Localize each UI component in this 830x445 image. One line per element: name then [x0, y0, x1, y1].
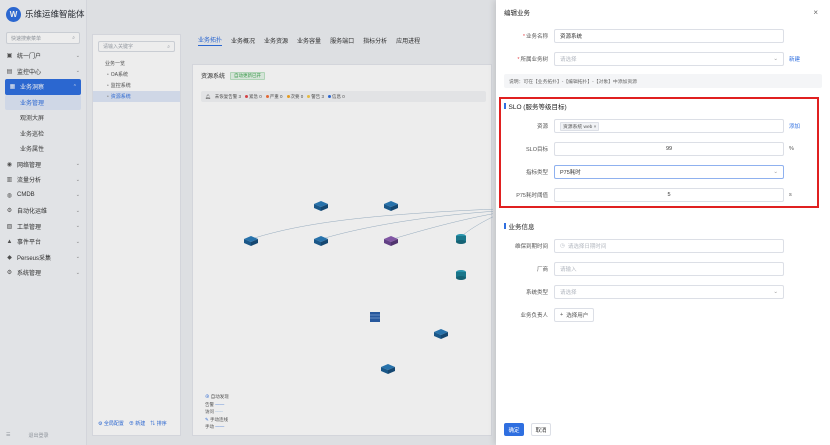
select-user-button[interactable]: + 选择用户 [554, 308, 595, 322]
slo-highlight-box [499, 97, 819, 208]
drawer-mask[interactable] [0, 0, 496, 445]
system-type-placeholder: 请选择 [560, 290, 577, 296]
business-tree-label: 所属业务树 [520, 57, 548, 63]
maintenance-label: 维保到期时间 [514, 244, 548, 250]
confirm-button[interactable]: 确定 [504, 423, 524, 436]
business-tree-placeholder: 请选择 [560, 57, 577, 63]
system-type-row: 系统类型 请选择 ⌄ [496, 285, 830, 299]
vendor-label: 厂商 [536, 267, 548, 273]
drawer-header: 编辑业务 × [496, 0, 830, 24]
vendor-input[interactable]: 请输入 [554, 262, 784, 276]
select-user-label: 选择用户 [566, 313, 589, 319]
maintenance-row: 维保到期时间 ◷ 请选择日期时间 [496, 239, 830, 253]
maintenance-date-picker[interactable]: ◷ 请选择日期时间 [554, 239, 784, 253]
business-tree-row: *所属业务树 请选择 ⌄ 新建 [496, 52, 830, 66]
system-type-label: 系统类型 [525, 290, 548, 296]
business-info-section-title: 业务信息 [504, 221, 535, 231]
vendor-row: 厂商 请输入 [496, 262, 830, 276]
business-name-input[interactable]: 资源系统 [554, 29, 784, 43]
business-tree-select[interactable]: 请选择 ⌄ [554, 52, 784, 66]
owner-label: 业务负责人 [520, 313, 548, 319]
owner-row: 业务负责人 + 选择用户 [496, 308, 830, 322]
maintenance-placeholder: 请选择日期时间 [567, 244, 607, 250]
system-type-select[interactable]: 请选择 ⌄ [554, 285, 784, 299]
close-icon[interactable]: × [813, 8, 818, 17]
new-business-tree-link[interactable]: 新建 [789, 55, 800, 63]
clock-icon: ◷ [560, 243, 565, 249]
cancel-button[interactable]: 取消 [531, 423, 551, 436]
chevron-down-icon: ⌄ [773, 289, 778, 295]
business-name-value: 资源系统 [560, 34, 583, 40]
resource-note: 说明：可在【业务拓扑】-【编辑拓扑】-【对象】中添加资源 [504, 74, 822, 88]
business-name-label: 业务名称 [525, 34, 548, 40]
vendor-placeholder: 请输入 [560, 267, 577, 273]
drawer-title: 编辑业务 [504, 10, 530, 17]
edit-business-drawer: 编辑业务 × *业务名称 资源系统 *所属业务树 请选择 ⌄ 新建 说明：可在【… [496, 0, 830, 445]
business-name-row: *业务名称 资源系统 [496, 29, 830, 43]
chevron-down-icon: ⌄ [773, 56, 778, 62]
plus-icon: + [560, 312, 564, 318]
